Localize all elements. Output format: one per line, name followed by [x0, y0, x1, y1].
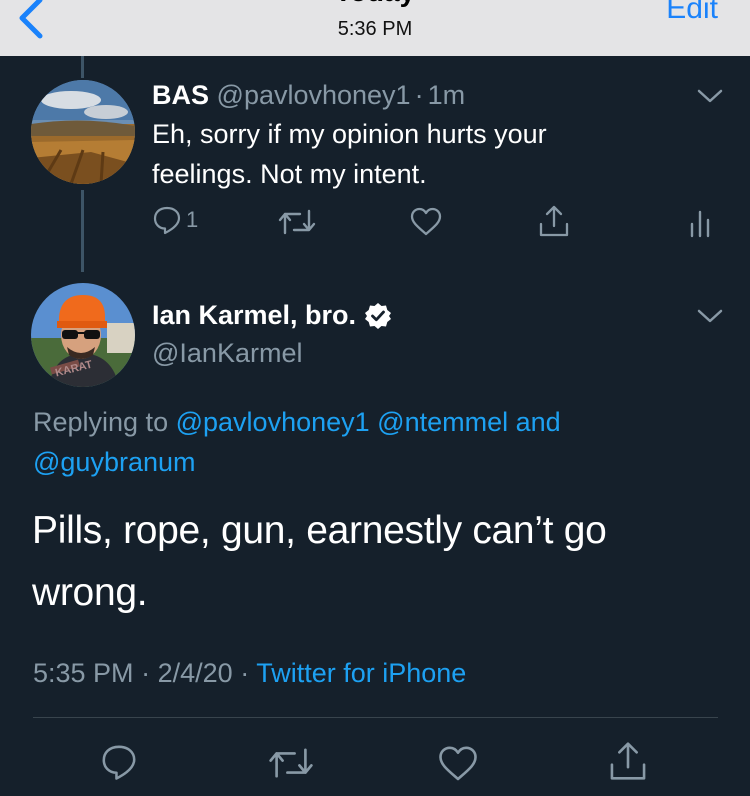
verified-badge-icon — [365, 302, 392, 329]
nav-heading: Today — [0, 0, 750, 8]
display-name[interactable]: BAS — [152, 80, 209, 110]
retweet-button[interactable] — [268, 745, 314, 781]
heart-icon — [410, 207, 442, 236]
mention-and-label[interactable]: and — [516, 407, 561, 437]
handle[interactable]: @pavlovhoney1 — [217, 80, 411, 110]
tweet-text-line: wrong. — [32, 571, 148, 614]
chevron-down-icon — [697, 89, 723, 103]
tweet-meta: 5:35 PM · 2/4/20 · Twitter for iPhone — [33, 658, 466, 689]
share-icon — [539, 205, 569, 237]
author-name-row: Ian Karmel, bro. — [152, 300, 392, 331]
reply-button[interactable] — [100, 743, 138, 781]
like-button[interactable] — [438, 745, 478, 783]
tweet-date: 2/4/20 — [157, 658, 233, 688]
reply-button[interactable]: 1 — [152, 205, 198, 235]
replying-to: Replying to @pavlovhoney1 @ntemmel and @… — [33, 402, 723, 482]
mention-link[interactable]: @pavlovhoney1 — [176, 407, 370, 437]
landscape-avatar-image — [31, 80, 135, 184]
speech-bubble-icon — [153, 206, 181, 235]
share-button[interactable] — [538, 204, 570, 238]
more-options-button[interactable] — [696, 306, 724, 326]
mention-link[interactable]: @guybranum — [33, 447, 196, 477]
heart-icon — [439, 746, 477, 781]
handle[interactable]: @IanKarmel — [152, 338, 302, 369]
mention-link[interactable]: @ntemmel — [377, 407, 508, 437]
speech-bubble-icon — [102, 745, 136, 780]
share-icon — [610, 742, 646, 780]
share-button[interactable] — [608, 740, 648, 782]
more-options-button[interactable] — [696, 86, 724, 106]
avatar[interactable]: KARAT — [31, 283, 135, 387]
divider — [33, 717, 718, 718]
tweet-text-line: Eh, sorry if my opinion hurts your — [152, 119, 547, 149]
tweet-text-line: Pills, rope, gun, earnestly can’t go — [32, 509, 607, 552]
retweet-icon — [278, 209, 316, 235]
tweet-text: Eh, sorry if my opinion hurts your feeli… — [152, 114, 547, 194]
replying-to-label: Replying to — [33, 407, 169, 437]
display-name[interactable]: Ian Karmel, bro. — [152, 300, 356, 331]
tweet-source-link[interactable]: Twitter for iPhone — [256, 658, 466, 688]
separator: · — [240, 658, 250, 688]
retweet-button[interactable] — [278, 207, 316, 237]
chevron-down-icon — [697, 309, 723, 323]
tweet-time: 5:35 PM — [33, 658, 134, 688]
retweet-icon — [269, 748, 313, 778]
reply-count: 1 — [186, 207, 199, 232]
thread-line-top — [81, 56, 84, 78]
bar-chart-icon — [690, 210, 710, 238]
avatar[interactable] — [31, 80, 135, 184]
edit-button[interactable]: Edit — [666, 0, 718, 26]
tweet-text-line: feelings. Not my intent. — [152, 159, 427, 189]
navigation-bar: Today 5:36 PM Edit — [0, 0, 750, 56]
tweet-age: 1m — [427, 80, 466, 110]
analytics-button[interactable] — [688, 208, 712, 238]
separator: · — [414, 80, 424, 110]
tweet-text: Pills, rope, gun, earnestly can’t go wro… — [32, 500, 607, 624]
nav-time: 5:36 PM — [337, 18, 413, 40]
separator: · — [141, 658, 151, 688]
like-button[interactable] — [410, 207, 442, 237]
reply-tweet-header: BAS @pavlovhoney1 · 1m — [152, 80, 465, 111]
thread-line — [81, 190, 84, 272]
